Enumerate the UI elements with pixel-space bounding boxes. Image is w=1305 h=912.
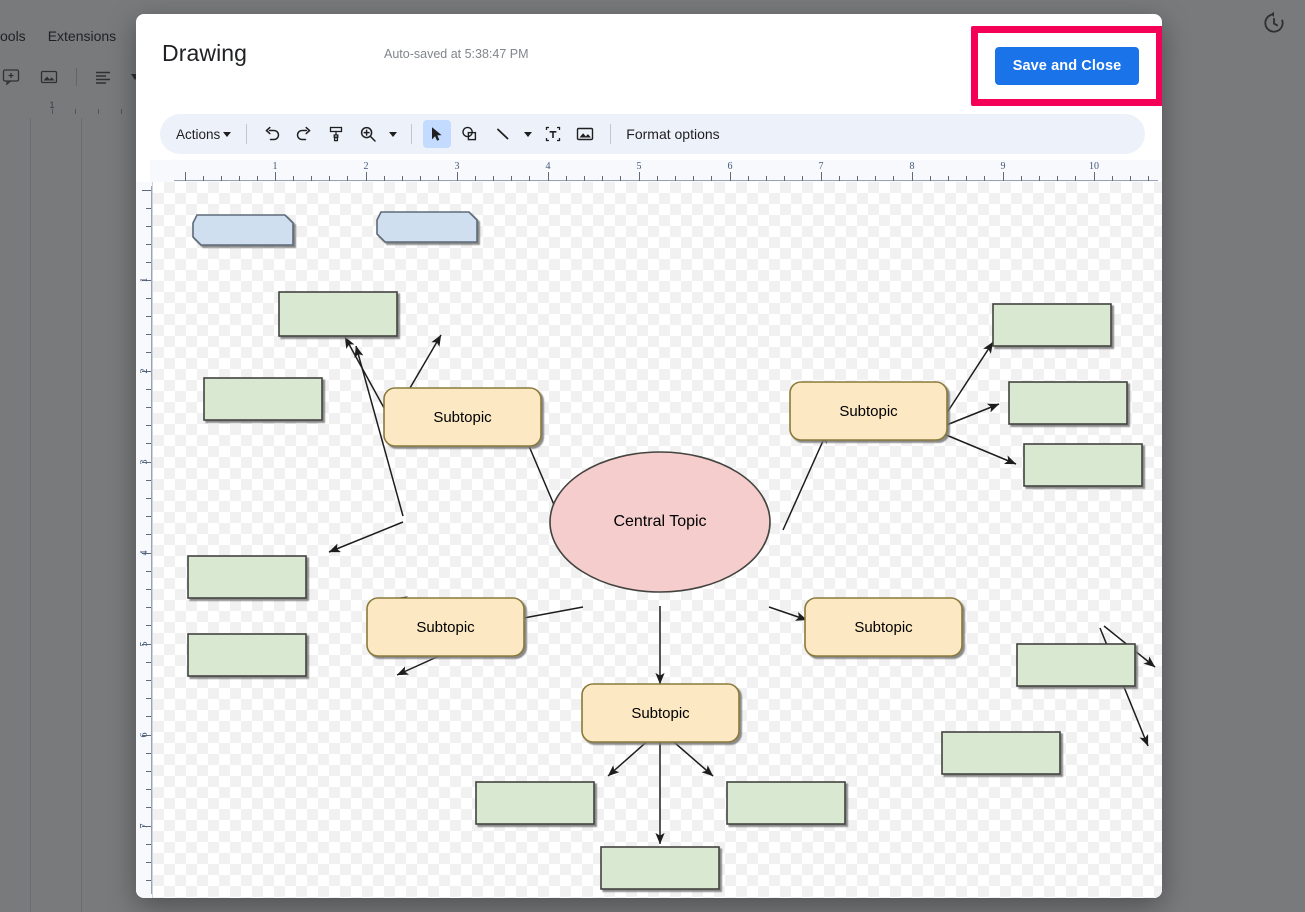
hruler-number: 2	[363, 161, 369, 172]
hruler-number: 4	[545, 161, 551, 172]
caret-down-icon	[524, 131, 533, 137]
vruler-number: 7	[139, 823, 150, 829]
subtopic-shape-right-top[interactable]	[789, 381, 948, 441]
drawing-canvas[interactable]: Central Topic Subtopic Subtopic Subtopic…	[152, 182, 1162, 898]
connector-center-to-right-bottom	[768, 606, 808, 621]
connector-lefttop-to-leaf2	[328, 521, 404, 553]
format-options-button[interactable]: Format options	[622, 126, 719, 142]
leaf-box[interactable]	[992, 303, 1112, 347]
leaf-box[interactable]	[187, 555, 307, 599]
leaf-box[interactable]	[203, 377, 323, 421]
cursor-arrow-icon	[432, 127, 442, 141]
hruler-number: 3	[454, 161, 460, 172]
image-icon	[577, 127, 594, 141]
connector-leaf-to-data-left	[344, 336, 390, 418]
paint-format-button[interactable]	[322, 120, 350, 148]
line-icon	[497, 128, 509, 140]
text-box-icon	[546, 126, 561, 142]
zoom-in-icon	[361, 126, 377, 142]
vruler-number: 2	[139, 368, 150, 374]
vertical-ruler[interactable]: 1 2 3 4 5 6 7	[136, 182, 152, 898]
leaf-box[interactable]	[475, 781, 595, 825]
hruler-number: 6	[727, 161, 733, 172]
mindmap-diagram	[187, 211, 1156, 890]
hruler-number: 10	[1089, 161, 1099, 172]
line-dropdown-button[interactable]	[521, 120, 535, 148]
leaf-box[interactable]	[941, 731, 1061, 775]
vruler-number: 3	[139, 459, 150, 465]
caret-down-icon	[223, 131, 232, 137]
connector-righttop-to-leaf3	[938, 431, 1017, 465]
caret-down-icon	[389, 131, 398, 137]
undo-button[interactable]	[258, 120, 286, 148]
hruler-number: 5	[636, 161, 642, 172]
shapes-icon	[462, 126, 477, 141]
paint-format-icon	[330, 126, 343, 142]
save-and-close-highlight: Save and Close	[971, 26, 1162, 106]
leaf-box[interactable]	[187, 633, 307, 677]
dialog-header: Drawing Auto-saved at 5:38:47 PM Save an…	[136, 14, 1162, 106]
connector-center-to-right-top	[782, 431, 828, 531]
central-topic-shape[interactable]	[549, 451, 771, 593]
leaf-box[interactable]	[600, 846, 720, 890]
connector-righttop-to-leaf2	[938, 403, 1000, 429]
redo-icon	[297, 126, 311, 141]
vruler-number: 6	[139, 732, 150, 738]
save-and-close-button[interactable]: Save and Close	[994, 47, 1140, 85]
actions-menu-button[interactable]: Actions	[172, 120, 235, 148]
subtopic-shape-left-top[interactable]	[383, 387, 542, 447]
subtopic-shape-right-bottom[interactable]	[804, 597, 963, 657]
drawing-canvas-area: 1 2 3 4 5 6 7 8 9 10 1 2 3 4 5 6 7 Centr…	[136, 160, 1162, 898]
page-title: Drawing	[162, 40, 248, 66]
image-tool-button[interactable]	[571, 120, 599, 148]
actions-menu-label: Actions	[176, 126, 221, 142]
hruler-number: 1	[272, 161, 278, 172]
data-shape-left[interactable]	[192, 214, 294, 246]
toolbar-divider	[246, 124, 248, 144]
drawing-dialog: Drawing Auto-saved at 5:38:47 PM Save an…	[136, 14, 1162, 898]
data-shape-group	[192, 211, 478, 246]
leaf-box[interactable]	[726, 781, 846, 825]
data-shape-right[interactable]	[376, 211, 478, 243]
leaf-box[interactable]	[1008, 381, 1128, 425]
redo-button[interactable]	[290, 120, 318, 148]
line-tool-button[interactable]	[489, 120, 517, 148]
shape-tool-button[interactable]	[455, 120, 485, 148]
select-tool-button[interactable]	[423, 120, 452, 148]
leaf-box[interactable]	[278, 291, 398, 337]
horizontal-ruler[interactable]: 1 2 3 4 5 6 7 8 9 10	[150, 160, 1162, 182]
drawing-toolbar: Actions Format options	[160, 114, 1145, 154]
subtopic-shape-left-bottom[interactable]	[366, 597, 525, 657]
undo-icon	[265, 126, 280, 141]
toolbar-divider	[411, 124, 413, 144]
vruler-number: 5	[139, 641, 150, 647]
leaf-box[interactable]	[1023, 443, 1143, 487]
zoom-menu-button[interactable]	[354, 120, 382, 148]
textbox-tool-button[interactable]	[539, 120, 567, 148]
zoom-dropdown-button[interactable]	[386, 120, 400, 148]
autosave-status: Auto-saved at 5:38:47 PM	[384, 47, 529, 61]
hruler-number: 9	[1000, 161, 1006, 172]
subtopic-shape-bottom[interactable]	[581, 683, 740, 743]
hruler-number: 7	[818, 161, 824, 172]
toolbar-divider	[610, 124, 612, 144]
vruler-number: 4	[139, 550, 150, 556]
vruler-number: 1	[139, 277, 150, 283]
hruler-number: 8	[909, 161, 915, 172]
leaf-box[interactable]	[1016, 643, 1136, 687]
